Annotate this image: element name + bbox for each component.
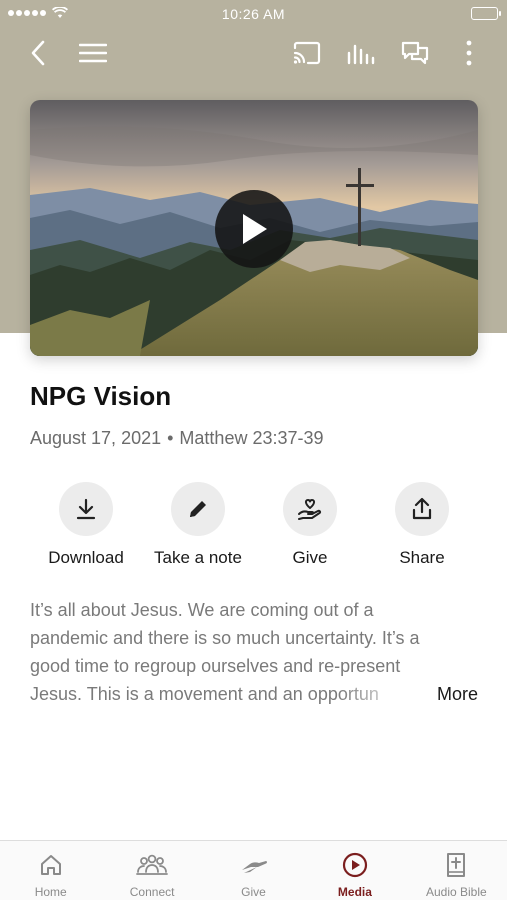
give-circle[interactable] bbox=[283, 482, 337, 536]
video-thumbnail[interactable] bbox=[30, 100, 478, 356]
status-time: 10:26 AM bbox=[221, 6, 286, 22]
more-vertical-icon bbox=[466, 40, 472, 66]
more-options-button[interactable] bbox=[452, 36, 486, 70]
sermon-date: August 17, 2021 bbox=[30, 428, 162, 448]
status-bar: 10:26 AM bbox=[0, 0, 507, 28]
audio-levels-icon bbox=[347, 44, 375, 65]
tab-connect[interactable]: Connect bbox=[101, 841, 202, 900]
tab-home[interactable]: Home bbox=[0, 841, 101, 900]
download-circle[interactable] bbox=[59, 482, 113, 536]
tab-label: Media bbox=[337, 885, 372, 899]
nav-bar bbox=[0, 28, 507, 76]
take-note-button[interactable]: Take a note bbox=[142, 482, 254, 568]
tab-label: Home bbox=[34, 885, 67, 899]
share-icon bbox=[412, 497, 432, 520]
description-line: Jesus. This is a movement and an opportu… bbox=[30, 684, 379, 704]
audio-levels-button[interactable] bbox=[344, 36, 378, 70]
cast-button[interactable] bbox=[290, 36, 324, 70]
sermon-scripture: Matthew 23:37-39 bbox=[179, 428, 324, 448]
play-icon bbox=[243, 214, 267, 244]
people-icon bbox=[136, 854, 169, 875]
give-label: Give bbox=[292, 548, 328, 567]
home-icon bbox=[40, 855, 61, 875]
play-circle-icon bbox=[342, 852, 368, 878]
battery-icon bbox=[471, 7, 501, 20]
sermon-title: NPG Vision bbox=[30, 381, 172, 411]
description-line: pandemic and there is so much uncertaint… bbox=[30, 628, 420, 648]
share-button[interactable]: Share bbox=[366, 482, 478, 568]
tab-label: Connect bbox=[129, 885, 175, 899]
tab-bar: Home Connect Give Media Audio Bible bbox=[0, 840, 507, 900]
heart-hand-icon bbox=[298, 499, 322, 520]
tab-label: Give bbox=[241, 885, 266, 899]
pencil-icon bbox=[190, 501, 206, 517]
tab-media[interactable]: Media bbox=[304, 841, 405, 900]
sermon-description: It’s all about Jesus. We are coming out … bbox=[30, 596, 480, 708]
more-link[interactable]: More bbox=[437, 680, 478, 708]
cast-icon bbox=[293, 41, 321, 65]
back-icon bbox=[31, 40, 45, 66]
tab-label: Audio Bible bbox=[425, 885, 487, 899]
sermon-meta: August 17, 2021 • Matthew 23:37-39 bbox=[30, 428, 324, 449]
menu-icon bbox=[79, 43, 107, 63]
action-row: Download Take a note Give Share bbox=[30, 482, 478, 574]
menu-button[interactable] bbox=[76, 36, 110, 70]
take-note-label: Take a note bbox=[154, 548, 242, 567]
meta-separator: • bbox=[167, 428, 174, 448]
share-label: Share bbox=[399, 548, 445, 567]
take-note-circle[interactable] bbox=[171, 482, 225, 536]
description-line: It’s all about Jesus. We are coming out … bbox=[30, 600, 374, 620]
description-line: good time to regroup ourselves and re-pr… bbox=[30, 656, 401, 676]
share-circle[interactable] bbox=[395, 482, 449, 536]
give-button[interactable]: Give bbox=[254, 482, 366, 568]
download-label: Download bbox=[48, 548, 124, 567]
back-button[interactable] bbox=[21, 36, 55, 70]
download-icon bbox=[76, 498, 96, 520]
download-button[interactable]: Download bbox=[30, 482, 142, 568]
tab-audio-bible[interactable]: Audio Bible bbox=[406, 841, 507, 900]
chat-icon bbox=[401, 41, 429, 65]
chat-button[interactable] bbox=[398, 36, 432, 70]
description-last-line: Jesus. This is a movement and an opportu… bbox=[30, 680, 480, 708]
tab-give[interactable]: Give bbox=[203, 841, 304, 900]
give-hand-icon bbox=[241, 861, 267, 873]
play-button[interactable] bbox=[215, 190, 293, 268]
bible-icon bbox=[447, 853, 466, 877]
